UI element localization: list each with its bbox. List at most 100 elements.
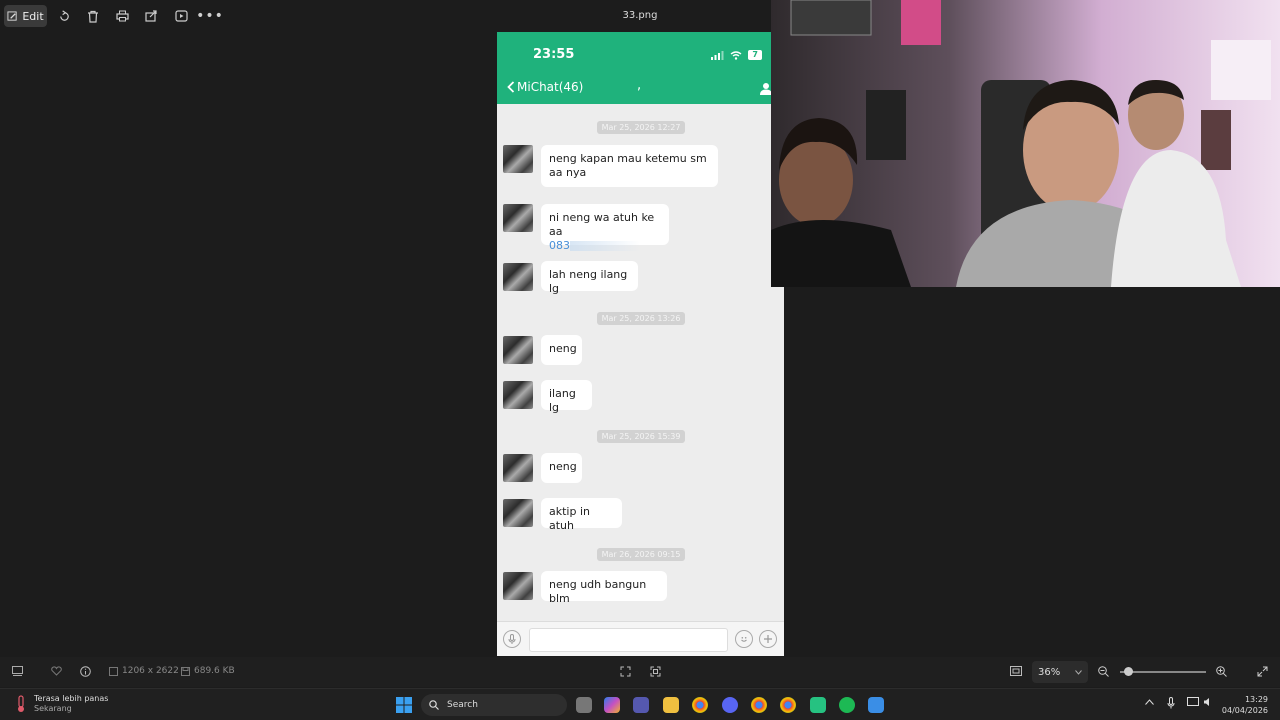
file-info-button[interactable] xyxy=(80,666,91,677)
edit-icon xyxy=(7,10,17,21)
print-icon xyxy=(115,10,129,22)
rotate-button[interactable] xyxy=(56,6,72,26)
start-button[interactable] xyxy=(396,697,412,717)
zoom-in-button[interactable] xyxy=(1216,666,1227,677)
message-bubble: neng xyxy=(541,335,582,365)
contact-avatar[interactable] xyxy=(503,499,533,527)
tray-overflow-icon[interactable] xyxy=(1145,697,1154,708)
search-placeholder: Search xyxy=(447,700,478,710)
chrome-icon[interactable] xyxy=(692,697,708,713)
chrome-profile-2-icon[interactable] xyxy=(780,697,796,713)
status-time: 23:55 xyxy=(533,47,575,62)
discord-icon[interactable] xyxy=(722,697,738,713)
message-text: neng udh bangun blm xyxy=(549,578,647,605)
copilot-icon[interactable] xyxy=(604,697,620,713)
message-timestamp: Mar 25, 2026 12:27 xyxy=(597,121,685,134)
zoom-in-icon xyxy=(1216,666,1227,677)
system-clock[interactable]: 13:29 04/04/2026 xyxy=(1222,694,1268,716)
signal-icon xyxy=(711,50,724,60)
image-dimensions: 1206 x 2622 xyxy=(109,666,179,676)
attach-plus-button[interactable] xyxy=(759,630,777,648)
screen-icon xyxy=(1010,666,1022,676)
network-icon[interactable] xyxy=(1187,697,1199,711)
viewer-status-bar: 1206 x 2622 689.6 KB 36% xyxy=(0,657,1280,687)
battery-level: 7 xyxy=(748,50,762,60)
weather-subtitle: Sekarang xyxy=(34,704,72,713)
volume-icon[interactable] xyxy=(1203,697,1213,710)
photos-icon[interactable] xyxy=(868,697,884,713)
taskbar-search[interactable]: Search xyxy=(421,694,567,716)
zoom-out-button[interactable] xyxy=(1098,666,1109,677)
zoom-slider-handle[interactable] xyxy=(1124,667,1133,676)
microphone-icon xyxy=(508,634,516,644)
microphone-tray-icon[interactable] xyxy=(1167,697,1175,712)
contact-name: , xyxy=(637,78,642,93)
message-bubble: neng xyxy=(541,453,582,483)
message-text: neng xyxy=(549,342,577,355)
wifi-icon xyxy=(730,50,742,60)
chrome-profile-icon[interactable] xyxy=(751,697,767,713)
app-green-icon[interactable] xyxy=(810,697,826,713)
message-text: neng kapan mau ketemu sm aa nya xyxy=(549,152,707,179)
zoom-slider[interactable] xyxy=(1120,667,1206,676)
contact-avatar[interactable] xyxy=(503,263,533,291)
filmstrip-icon xyxy=(12,666,23,676)
more-options-icon[interactable]: ••• xyxy=(196,6,223,26)
spotify-icon[interactable] xyxy=(839,697,855,713)
fullscreen-button[interactable] xyxy=(1257,666,1268,677)
file-size: 689.6 KB xyxy=(181,666,235,676)
message-timestamp: Mar 26, 2026 09:15 xyxy=(597,548,685,561)
chat-input-bar xyxy=(497,621,784,656)
delete-button[interactable] xyxy=(85,6,101,26)
filmstrip-button[interactable] xyxy=(12,666,23,676)
weather-title: Terasa lebih panas xyxy=(34,694,109,703)
status-icons: 7 xyxy=(711,50,762,60)
actual-size-button[interactable] xyxy=(650,666,661,677)
back-button[interactable]: MiChat(46) xyxy=(507,80,583,94)
message-input[interactable] xyxy=(529,628,728,652)
weather-widget[interactable]: Terasa lebih panas Sekarang xyxy=(14,694,108,714)
message-text: neng xyxy=(549,460,577,473)
emoji-icon xyxy=(741,637,747,642)
screen-fit-button[interactable] xyxy=(1010,666,1022,676)
contact-avatar[interactable] xyxy=(503,454,533,482)
clock-time: 13:29 xyxy=(1244,695,1268,704)
message-bubble: aktip in atuh xyxy=(541,498,622,532)
chat-screenshot: 23:55 7 MiChat(46) , Mar 25, 2026 12:27 … xyxy=(497,32,784,656)
plus-icon xyxy=(764,635,772,643)
contact-avatar[interactable] xyxy=(503,145,533,173)
teams-icon[interactable] xyxy=(633,697,649,713)
webcam-scene xyxy=(771,0,1280,287)
contact-avatar[interactable] xyxy=(503,572,533,600)
fit-to-window-button[interactable] xyxy=(620,666,631,677)
message-bubble: ilang lg xyxy=(541,380,592,414)
contact-avatar[interactable] xyxy=(503,336,533,364)
contact-avatar[interactable] xyxy=(503,204,533,232)
phone-number-link[interactable]: 083 xyxy=(549,239,661,253)
windows-logo-icon xyxy=(396,697,412,713)
message-bubble: neng udh bangun blm xyxy=(541,571,667,605)
message-timestamp: Mar 25, 2026 15:39 xyxy=(597,430,685,443)
windows-taskbar: Terasa lebih panas Sekarang Search 13:29… xyxy=(0,688,1280,720)
message-bubble: lah neng ilang lg xyxy=(541,261,638,295)
favorite-button[interactable] xyxy=(51,666,62,676)
webcam-overlay xyxy=(771,0,1280,287)
task-view-icon[interactable] xyxy=(576,697,592,713)
chat-header: 23:55 7 MiChat(46) , xyxy=(497,32,784,104)
emoji-button[interactable] xyxy=(735,630,753,648)
message-bubble: ni neng wa atuh ke aa 083 xyxy=(541,204,669,252)
edit-button[interactable]: Edit xyxy=(4,5,47,27)
heart-icon xyxy=(51,666,62,676)
zoom-out-icon xyxy=(1098,666,1109,677)
zoom-level-select[interactable]: 36% xyxy=(1032,661,1088,683)
disk-icon xyxy=(181,666,190,676)
contact-avatar[interactable] xyxy=(503,381,533,409)
print-button[interactable] xyxy=(114,6,130,26)
share-button[interactable] xyxy=(143,6,159,26)
slideshow-button[interactable] xyxy=(173,6,189,26)
clock-date: 04/04/2026 xyxy=(1221,706,1268,715)
chevron-down-icon xyxy=(1075,669,1082,675)
voice-button[interactable] xyxy=(503,630,521,648)
file-explorer-icon[interactable] xyxy=(663,697,679,713)
message-text: ni neng wa atuh ke aa xyxy=(549,211,655,238)
